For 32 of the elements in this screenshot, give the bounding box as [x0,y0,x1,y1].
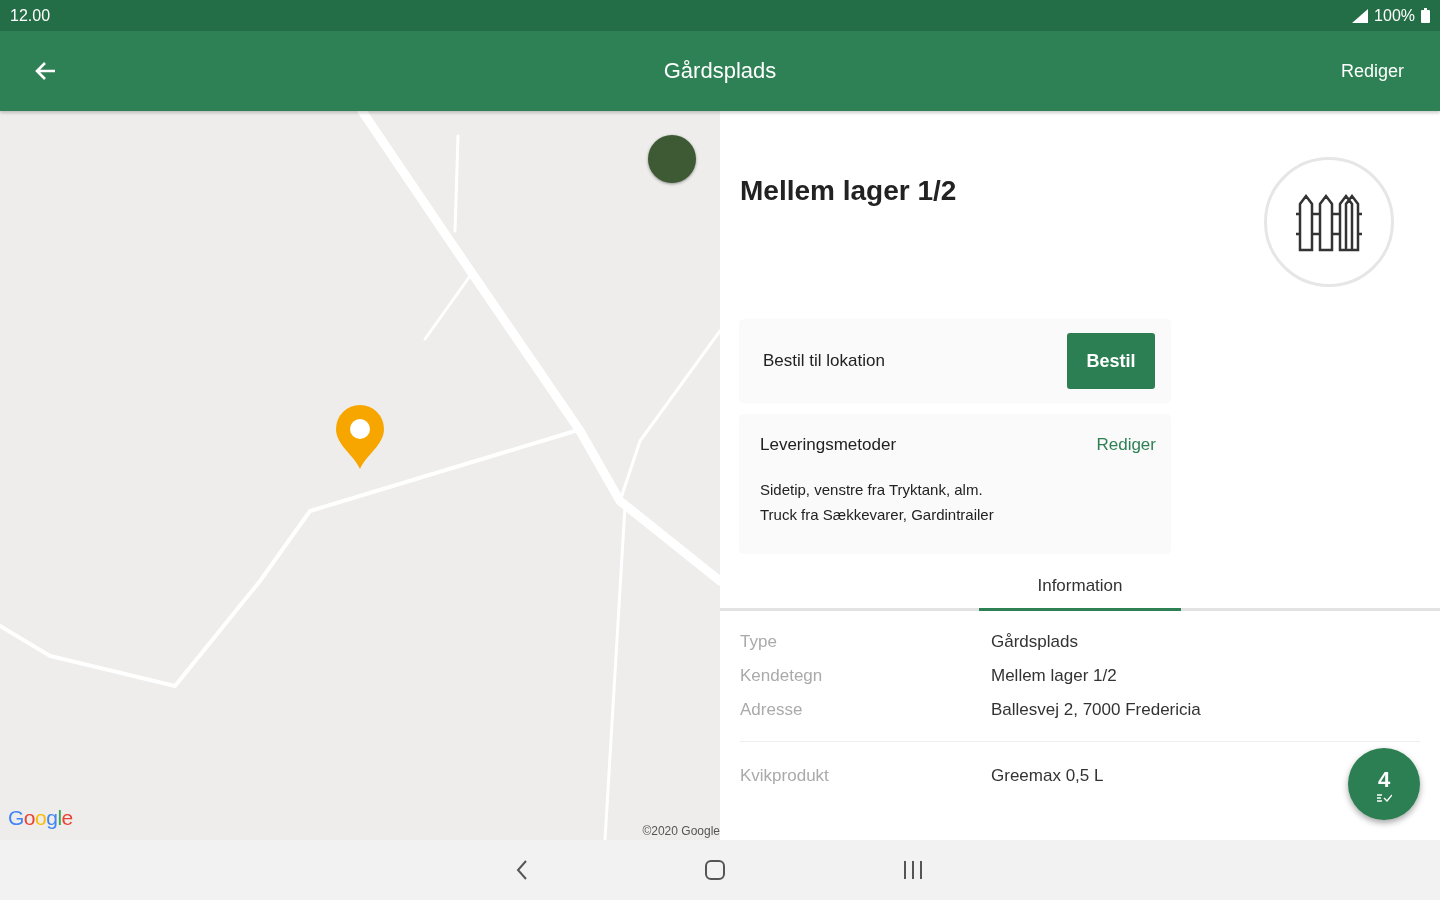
field-label: Kendetegn [740,666,824,686]
delivery-method: Sidetip, venstre fra Tryktank, alm. [760,480,984,500]
edit-link[interactable]: Rediger [1096,435,1156,455]
delivery-title: Leveringsmetoder [760,435,897,455]
tab[interactable]: Information [979,563,1181,611]
cart-check-icon [1376,792,1392,802]
back-arrow-icon[interactable] [34,61,56,81]
fence-icon [1296,192,1362,252]
back-icon[interactable] [516,860,528,880]
field-label: Kvikprodukt [740,766,830,786]
location-title: Mellem lager 1/2 [740,175,957,208]
map-attribution: ©2020 Google [642,824,720,838]
field-label: Adresse [740,700,804,720]
field-value: Gårdsplads [991,632,1078,652]
map-logo: Google [8,806,73,830]
field-value: Greemax 0,5 L [991,766,1104,786]
battery-level: 100% [1374,6,1415,25]
field-label: Type [740,632,778,652]
edit-button[interactable]: Rediger [1334,54,1410,88]
battery-icon [1421,8,1430,23]
cart-count-button[interactable]: 4 [1348,748,1420,820]
field-value: Mellem lager 1/2 [991,666,1117,686]
clock: 12.00 [10,6,51,25]
home-icon[interactable] [704,859,726,881]
order-button[interactable]: Bestil [1067,333,1155,389]
recent-apps-icon[interactable] [902,860,924,880]
delivery-method: Truck fra Sækkevarer, Gardintrailer [760,505,995,525]
avatar-circle[interactable] [648,135,696,183]
field-value: Ballesvej 2, 7000 Fredericia [991,700,1201,720]
signal-icon [1352,8,1369,23]
order-label: Bestil til lokation [763,351,885,371]
screen-title: Gårdsplads [663,58,777,84]
